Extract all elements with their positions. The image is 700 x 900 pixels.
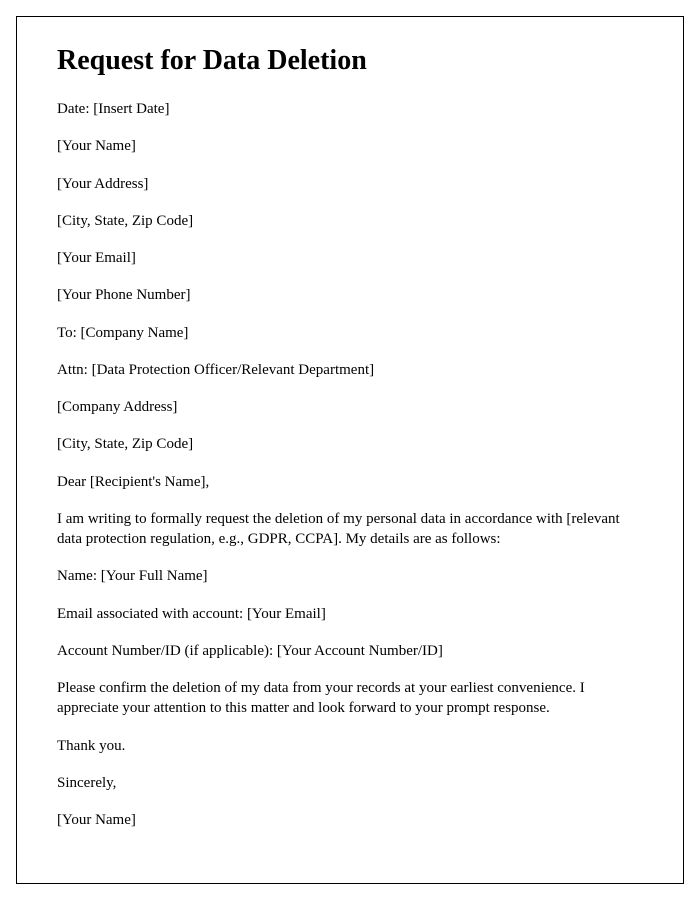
body-paragraph-1: I am writing to formally request the del… (57, 509, 643, 550)
detail-email: Email associated with account: [Your Ema… (57, 604, 643, 624)
thanks-line: Thank you. (57, 736, 643, 756)
body-paragraph-2: Please confirm the deletion of my data f… (57, 678, 643, 719)
closing-line: Sincerely, (57, 773, 643, 793)
document-frame: Request for Data Deletion Date: [Insert … (16, 16, 684, 884)
sender-address: [Your Address] (57, 174, 643, 194)
document-title: Request for Data Deletion (57, 45, 643, 77)
date-line: Date: [Insert Date] (57, 99, 643, 119)
recipient-city: [City, State, Zip Code] (57, 434, 643, 454)
detail-name: Name: [Your Full Name] (57, 566, 643, 586)
sender-phone: [Your Phone Number] (57, 285, 643, 305)
signature-line: [Your Name] (57, 810, 643, 830)
detail-account: Account Number/ID (if applicable): [Your… (57, 641, 643, 661)
recipient-attn: Attn: [Data Protection Officer/Relevant … (57, 360, 643, 380)
recipient-company: To: [Company Name] (57, 323, 643, 343)
sender-city: [City, State, Zip Code] (57, 211, 643, 231)
sender-email: [Your Email] (57, 248, 643, 268)
sender-name: [Your Name] (57, 136, 643, 156)
recipient-address: [Company Address] (57, 397, 643, 417)
salutation: Dear [Recipient's Name], (57, 472, 643, 492)
